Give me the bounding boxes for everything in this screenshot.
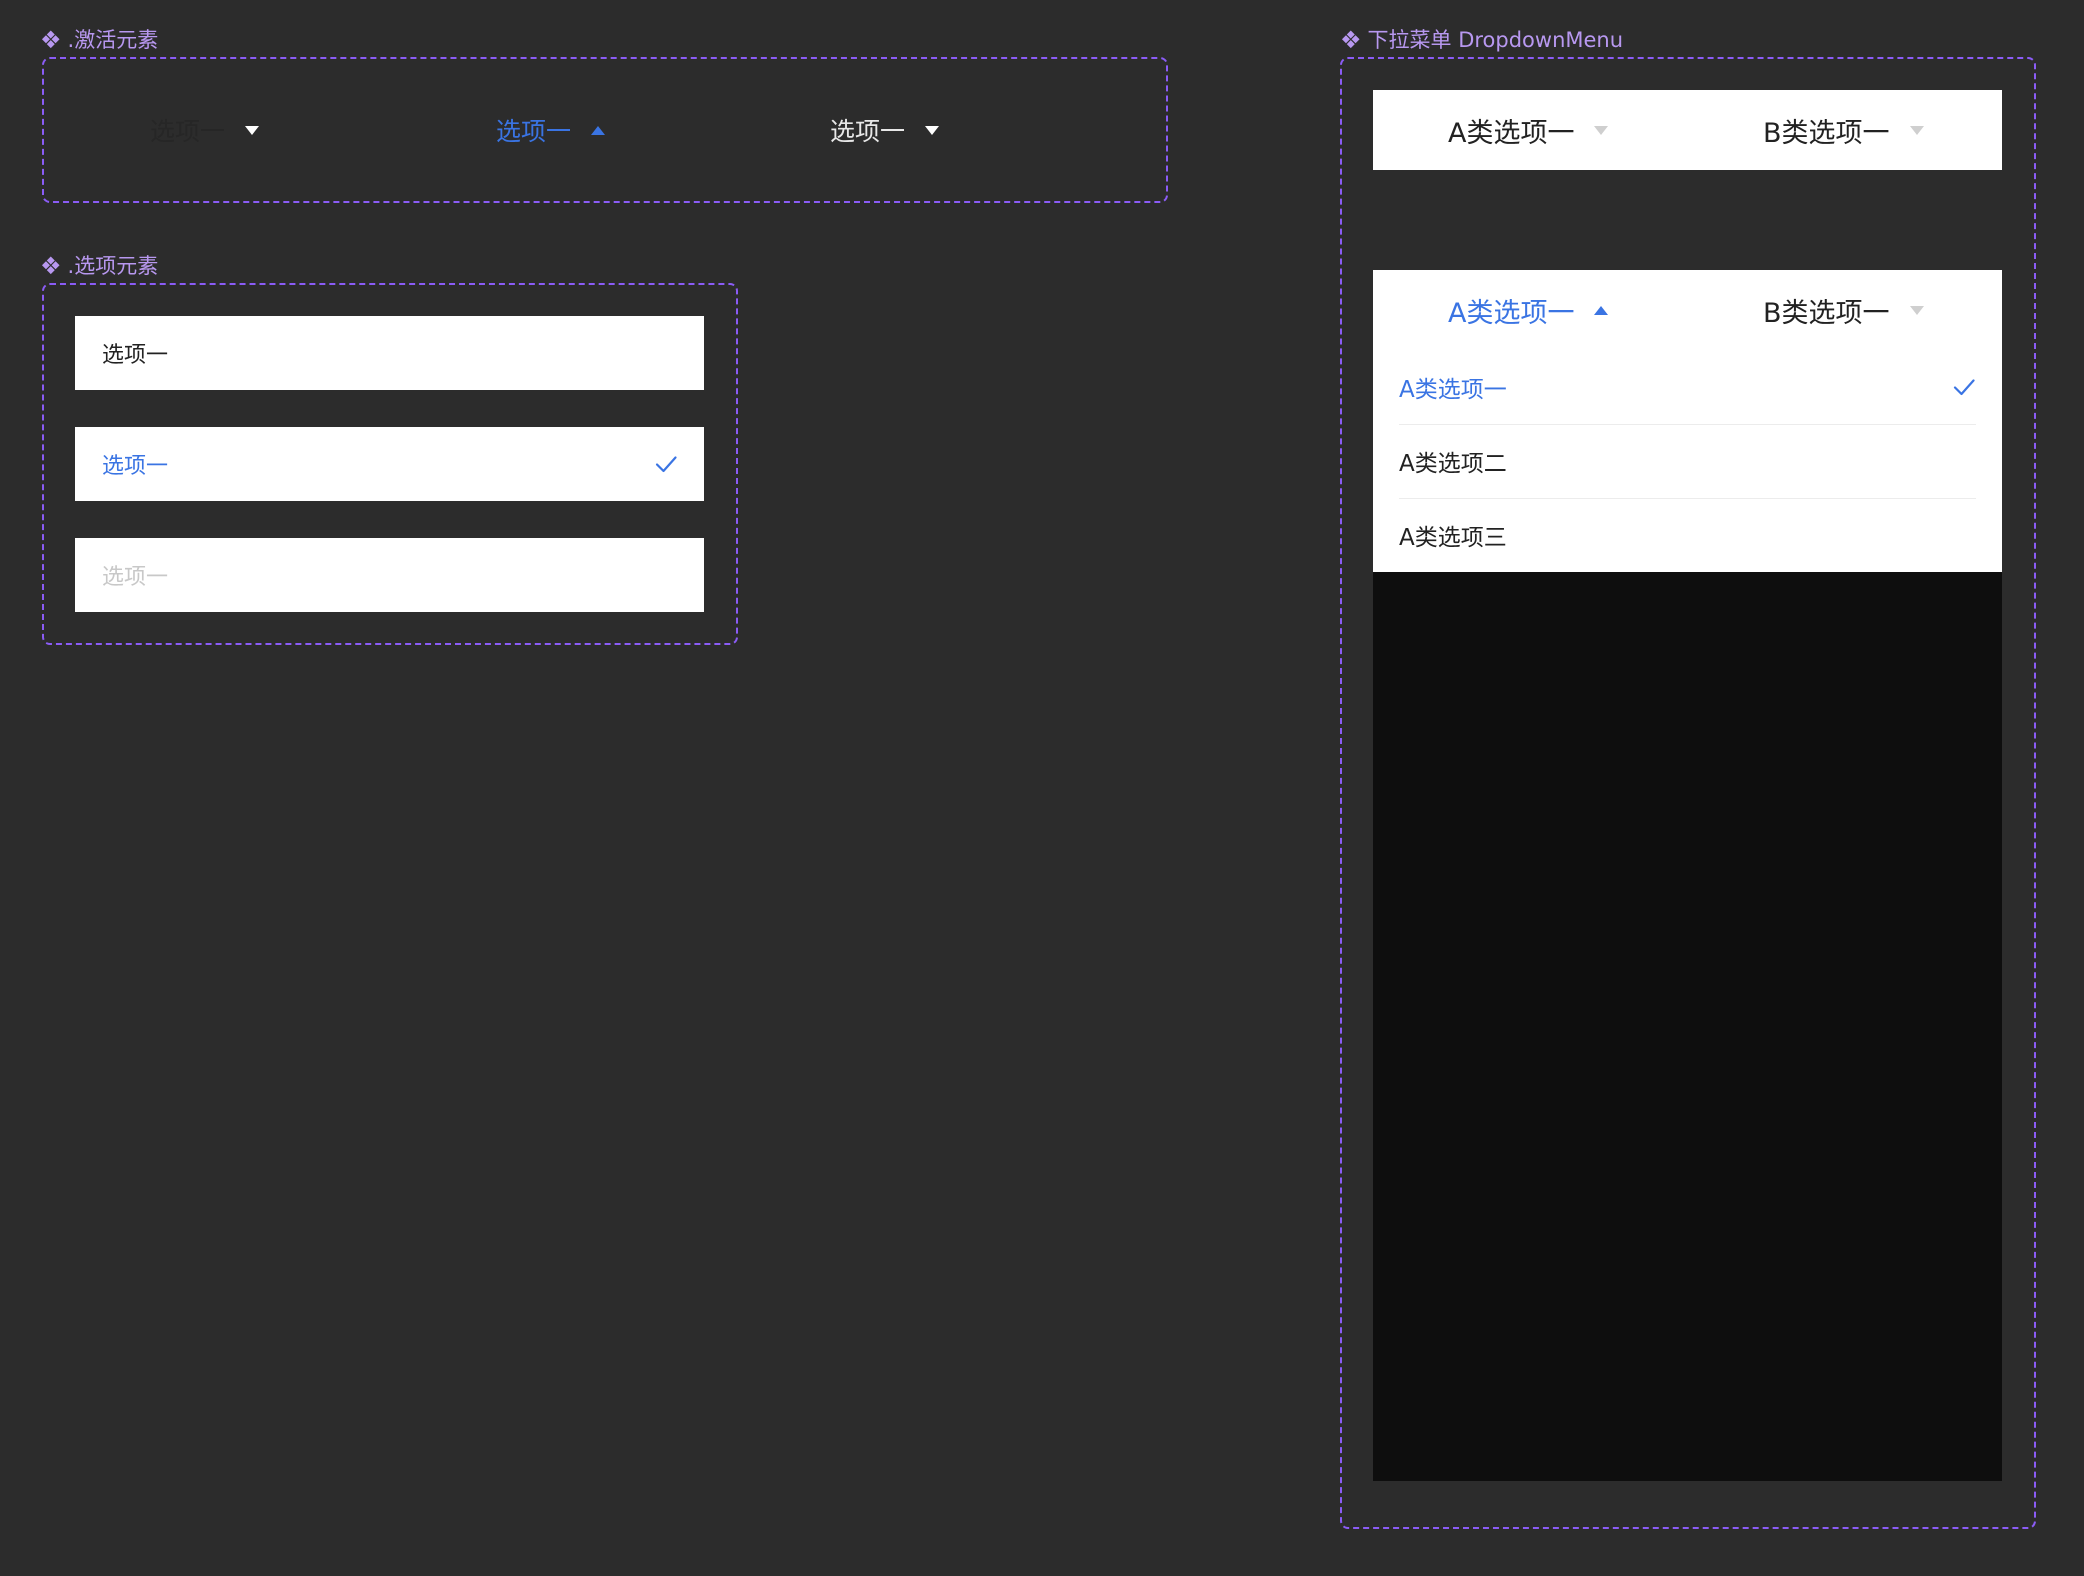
component-icon: ❖	[1340, 26, 1362, 54]
activation-item-label: 选项一	[830, 117, 906, 146]
caret-down-icon	[1594, 125, 1609, 135]
dropdown-title-label: B类选项一	[1763, 117, 1890, 149]
dropdown-option[interactable]: A类选项三	[1373, 498, 2002, 572]
dropdown-overlay-mask[interactable]	[1373, 572, 2002, 1481]
component-icon: ❖	[40, 26, 62, 54]
activation-item-label: 选项一	[150, 117, 226, 146]
activation-frame-label: ❖ .激活元素	[40, 26, 158, 54]
check-icon	[655, 456, 677, 473]
option-frame-label: ❖ .选项元素	[40, 252, 158, 280]
caret-down-icon	[1909, 305, 1924, 315]
dropdown-title-label: B类选项一	[1763, 297, 1890, 329]
dropdown-option-label: A类选项二	[1399, 451, 1507, 477]
option-label: 选项一	[102, 454, 169, 479]
canvas: ❖ .激活元素 选项一 选项一 选项一 ❖ .选项元素 选项一 选项一 选项一 …	[0, 0, 2084, 1576]
dropdown-option-selected[interactable]: A类选项一	[1373, 350, 2002, 424]
dropdown-options-panel: A类选项一 A类选项二 A类选项三	[1373, 350, 2002, 572]
dropdown-frame-title: 下拉菜单 DropdownMenu	[1367, 28, 1624, 52]
activation-item-active[interactable]: 选项一	[496, 112, 606, 148]
dropdown-option[interactable]: A类选项二	[1373, 424, 2002, 498]
option-label: 选项一	[102, 343, 169, 368]
dropdown-title-a-active[interactable]: A类选项一	[1448, 270, 1609, 350]
option-cell-normal[interactable]: 选项一	[75, 316, 704, 390]
option-label: 选项一	[102, 565, 169, 590]
check-icon	[1953, 379, 1975, 396]
caret-up-icon	[1594, 305, 1609, 315]
caret-down-icon	[245, 125, 260, 135]
dropdown-frame-label: ❖ 下拉菜单 DropdownMenu	[1340, 26, 1623, 54]
dropdown-title-label: A类选项一	[1448, 117, 1575, 149]
activation-item-label: 选项一	[496, 117, 572, 146]
dropdown-title-a[interactable]: A类选项一	[1448, 90, 1609, 170]
dropdown-menu-collapsed: A类选项一 B类选项一	[1373, 90, 2002, 170]
option-frame-title: .选项元素	[67, 254, 159, 278]
dropdown-title-label: A类选项一	[1448, 297, 1575, 329]
caret-down-icon	[925, 125, 940, 135]
caret-down-icon	[1909, 125, 1924, 135]
dropdown-title-b[interactable]: B类选项一	[1763, 90, 1924, 170]
dropdown-option-label: A类选项一	[1399, 377, 1507, 403]
option-cell-selected[interactable]: 选项一	[75, 427, 704, 501]
dropdown-menu-expanded: A类选项一 B类选项一	[1373, 270, 2002, 350]
dropdown-title-b[interactable]: B类选项一	[1763, 270, 1924, 350]
caret-up-icon	[591, 125, 606, 135]
component-icon: ❖	[40, 252, 62, 280]
option-cell-disabled: 选项一	[75, 538, 704, 612]
activation-item-light[interactable]: 选项一	[830, 112, 940, 148]
dropdown-option-label: A类选项三	[1399, 525, 1507, 551]
activation-item-default[interactable]: 选项一	[150, 112, 260, 148]
activation-frame-title: .激活元素	[67, 28, 159, 52]
